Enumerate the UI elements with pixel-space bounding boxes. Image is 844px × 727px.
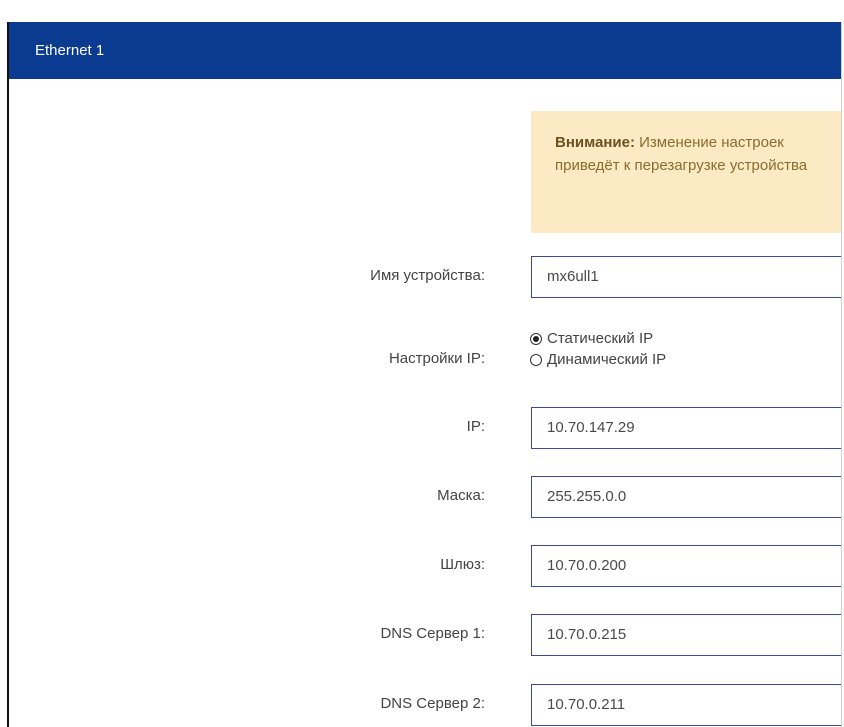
- radio-checked-icon[interactable]: [530, 332, 542, 345]
- mask-label: Маска:: [437, 487, 485, 504]
- dns1-label: DNS Сервер 1:: [380, 625, 485, 642]
- ip-mode-radio-group: Статический IP Динамический IP: [530, 328, 666, 370]
- settings-panel: Ethernet 1 Внимание: Изменение настроек …: [7, 22, 842, 727]
- gateway-label: Шлюз:: [440, 556, 485, 573]
- dns1-field[interactable]: 10.70.0.215: [531, 614, 841, 656]
- top-cropped-strip: [0, 0, 844, 22]
- panel-header: Ethernet 1: [9, 22, 841, 79]
- warning-strong: Внимание:: [555, 134, 635, 151]
- radio-static-ip[interactable]: Статический IP: [530, 328, 666, 349]
- radio-dynamic-ip-label: Динамический IP: [547, 351, 667, 368]
- ip-settings-label: Настройки IP:: [388, 350, 485, 367]
- ip-label: IP:: [466, 418, 485, 435]
- warning-box: Внимание: Изменение настроек приведёт к …: [531, 111, 841, 233]
- device-name-field[interactable]: mx6ull1: [531, 256, 841, 298]
- mask-field[interactable]: 255.255.0.0: [531, 476, 841, 518]
- gateway-field[interactable]: 10.70.0.200: [531, 545, 841, 587]
- radio-unchecked-icon[interactable]: [530, 353, 542, 366]
- device-name-label: Имя устройства:: [370, 267, 485, 284]
- radio-dynamic-ip[interactable]: Динамический IP: [530, 349, 666, 370]
- dns2-field[interactable]: 10.70.0.211: [531, 684, 841, 726]
- dns2-label: DNS Сервер 2:: [380, 695, 485, 712]
- panel-title: Ethernet 1: [35, 42, 105, 59]
- radio-static-ip-label: Статический IP: [547, 330, 654, 347]
- ip-field[interactable]: 10.70.147.29: [531, 407, 841, 449]
